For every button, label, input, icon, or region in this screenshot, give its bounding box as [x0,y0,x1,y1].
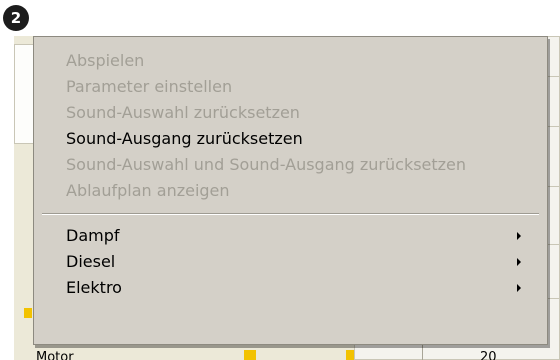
menu-item-sound-ausgang-zuruecksetzen[interactable]: Sound-Ausgang zurücksetzen [34,126,547,152]
menu-item-parameter-einstellen: Parameter einstellen [66,77,233,96]
chevron-right-icon [517,258,521,266]
level-bar [346,350,354,360]
level-bar [24,308,32,318]
context-menu: Abspielen Parameter einstellen Sound-Aus… [33,36,548,345]
level-bar [244,350,256,360]
menu-item-sound-auswahl-und-ausgang-zuruecksetzen: Sound-Auswahl und Sound-Ausgang zurückse… [66,155,467,174]
submenu-label: Elektro [66,278,122,297]
step-number-badge: 2 [3,5,29,31]
submenu-label: Dampf [66,226,120,245]
table-row-value: 20 [480,350,497,360]
submenu-item-dampf[interactable]: Dampf [34,223,547,249]
submenu-item-elektro[interactable]: Elektro [34,275,547,301]
menu-item-sound-auswahl-zuruecksetzen: Sound-Auswahl zurücksetzen [66,103,300,122]
chevron-right-icon [517,284,521,292]
menu-item-abspielen: Abspielen [66,51,145,70]
chevron-right-icon [517,232,521,240]
menu-separator [42,213,539,215]
menu-item-ablaufplan-anzeigen: Ablaufplan anzeigen [66,181,230,200]
submenu-label: Diesel [66,252,116,271]
table-row-label: Motor [36,350,74,360]
submenu-item-diesel[interactable]: Diesel [34,249,547,275]
